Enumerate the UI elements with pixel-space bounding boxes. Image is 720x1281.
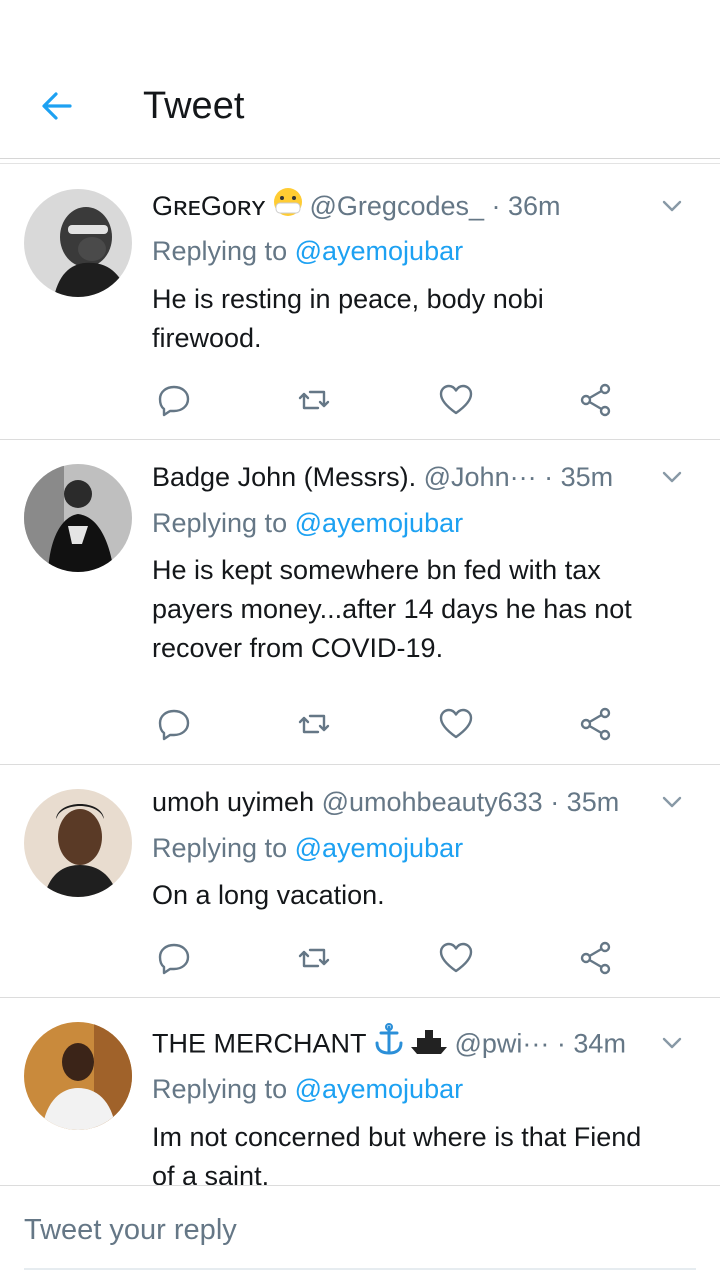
replying-prefix: Replying to [152,236,288,266]
replying-to: Replying to @ayemojubar [152,828,463,868]
chevron-down-icon[interactable] [660,790,684,814]
replying-prefix: Replying to [152,833,288,863]
timestamp: · 34m [556,1028,626,1059]
reply-composer: Tweet your reply [0,1185,720,1281]
back-button[interactable] [36,84,80,128]
tweet-text-line: On a long vacation. [152,880,385,910]
user-handle[interactable]: @John··· [424,462,537,492]
chevron-down-icon[interactable] [660,1031,684,1055]
heart-icon[interactable] [438,940,474,976]
tweet-header: GʀᴇGᴏʀʏ @Gregcodes_ · 36m [152,186,696,226]
retweet-icon[interactable] [296,382,332,418]
tweet-header: umoh uyimeh @umohbeauty633 · 35m [152,782,696,822]
tweet-text: On a long vacation. [152,876,697,915]
divider [0,163,720,164]
reply-icon[interactable] [156,382,192,418]
avatar[interactable] [24,789,132,897]
tweet-text-line: recover from COVID-19. [152,633,444,663]
display-name[interactable]: GʀᴇGᴏʀʏ [152,191,266,221]
page-title: Tweet [143,85,245,127]
tweet-text-line: He is kept somewhere bn fed with tax [152,555,601,585]
mask-face-icon [270,186,306,229]
chevron-down-icon[interactable] [660,194,684,218]
mention-link[interactable]: @ayemojubar [295,1074,464,1104]
timestamp: · 35m [550,787,620,817]
replying-prefix: Replying to [152,1074,288,1104]
mention-link[interactable]: @ayemojubar [295,833,464,863]
replying-prefix: Replying to [152,508,288,538]
tweet-item[interactable]: Badge John (Messrs). @John··· · 35m Repl… [0,440,720,765]
tweet-actions [152,704,622,744]
divider [0,158,720,159]
replying-to: Replying to @ayemojubar [152,231,463,271]
avatar[interactable] [24,464,132,572]
top-bar: Tweet [0,0,720,164]
mention-link[interactable]: @ayemojubar [295,508,464,538]
reply-input[interactable]: Tweet your reply [24,1214,237,1247]
tweet-header: THE MERCHANT @pwi··· · 34m [152,1023,696,1063]
arrow-left-icon [42,92,72,120]
mention-link[interactable]: @ayemojubar [295,236,464,266]
tweet-item[interactable]: GʀᴇGᴏʀʏ @Gregcodes_ · 36m Replying to @ay… [0,165,720,440]
tweet-actions [152,380,622,420]
user-handle[interactable]: @umohbeauty633 [322,787,543,817]
tweet-item[interactable]: umoh uyimeh @umohbeauty633 · 35m Replyin… [0,765,720,998]
tweet-actions [152,938,622,978]
tweet-item[interactable]: THE MERCHANT @pwi··· · 34m Replying to @a… [0,998,720,1185]
tweet-text-line: firewood. [152,323,262,353]
display-name[interactable]: umoh uyimeh [152,787,314,817]
avatar[interactable] [24,1022,132,1130]
display-name[interactable]: THE MERCHANT [152,1029,367,1059]
tweet-text-line: Im not concerned but where is that Fiend [152,1122,642,1152]
retweet-icon[interactable] [296,940,332,976]
share-icon[interactable] [578,706,614,742]
input-underline [24,1268,696,1270]
user-handle[interactable]: @pwi··· [455,1029,550,1059]
reply-icon[interactable] [156,706,192,742]
tweet-text: He is kept somewhere bn fed with tax pay… [152,551,697,668]
reply-icon[interactable] [156,940,192,976]
tweet-text: He is resting in peace, body nobi firewo… [152,280,697,358]
replying-to: Replying to @ayemojubar [152,1069,463,1109]
retweet-icon[interactable] [296,706,332,742]
timestamp: · 35m [544,462,614,492]
tweet-text-line: of a saint. [152,1161,270,1185]
avatar[interactable] [24,189,132,297]
tweet-header: Badge John (Messrs). @John··· · 35m [152,457,696,497]
tweet-text: Im not concerned but where is that Fiend… [152,1118,697,1185]
heart-icon[interactable] [438,706,474,742]
replying-to: Replying to @ayemojubar [152,503,463,543]
heart-icon[interactable] [438,382,474,418]
display-name[interactable]: Badge John (Messrs). [152,462,416,492]
anchor-ship-icon [371,1023,451,1068]
tweet-text-line: He is resting in peace, body nobi [152,284,544,314]
user-handle[interactable]: @Gregcodes_ [310,191,485,221]
timestamp: · 36m [491,191,561,221]
reply-feed: GʀᴇGᴏʀʏ @Gregcodes_ · 36m Replying to @ay… [0,165,720,1185]
chevron-down-icon[interactable] [660,465,684,489]
tweet-text-line: payers money...after 14 days he has not [152,594,632,624]
share-icon[interactable] [578,940,614,976]
share-icon[interactable] [578,382,614,418]
